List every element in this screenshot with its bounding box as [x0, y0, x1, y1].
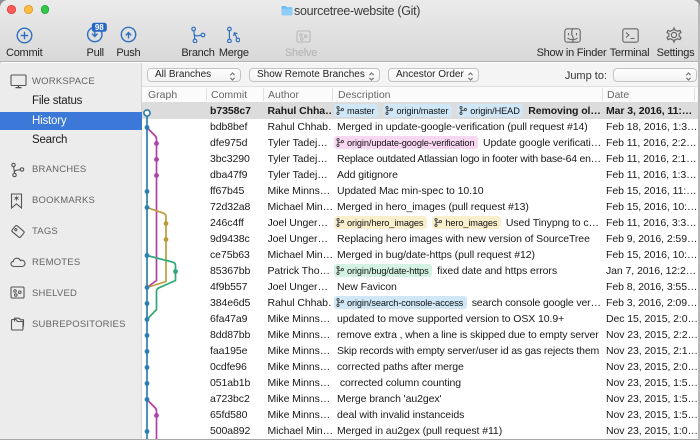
svg-text:98: 98 — [95, 23, 104, 32]
svg-text:✶: ✶ — [13, 193, 21, 203]
